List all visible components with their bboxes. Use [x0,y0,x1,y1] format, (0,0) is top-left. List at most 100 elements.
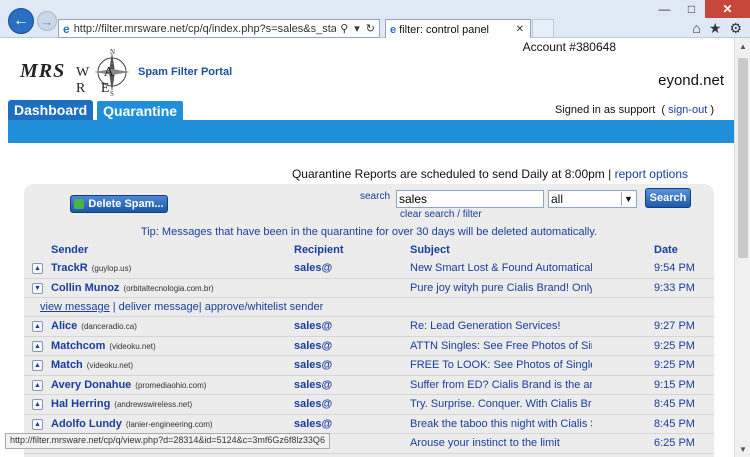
table-row[interactable]: ▲ Matchcom (videoku.net) sales@ ATTN Sing… [24,337,714,356]
subject[interactable]: Re: Lead Generation Services! [410,320,592,332]
home-icon[interactable]: ⌂ [692,20,700,37]
expand-icon[interactable]: ▲ [32,340,43,352]
subject[interactable]: Try. Surprise. Conquer. With Cialis Bran… [410,398,592,410]
tab-quarantine[interactable]: Quarantine [96,100,185,120]
recipient: sales@ [294,262,333,274]
sender[interactable]: Avery Donahue (promediaohio.com) [51,379,206,391]
collapse-icon[interactable]: ▼ [32,282,43,294]
filter-select[interactable]: all ▼ [548,190,637,208]
svg-text:N: N [110,48,115,56]
minimize-button[interactable]: — [651,0,678,18]
table-row[interactable]: ▼ Collin Munoz (orbitaltecnologia.com.br)… [24,279,714,298]
tab-dashboard[interactable]: Dashboard [8,100,94,120]
search-button[interactable]: Search [645,188,691,208]
search-input[interactable] [396,190,544,208]
ie-icon: e [63,21,70,36]
close-window-button[interactable]: ✕ [705,0,750,18]
delete-spam-button[interactable]: Delete Spam... [70,195,168,213]
expand-icon[interactable]: ▲ [32,360,43,371]
expand-icon[interactable]: ▲ [32,379,43,391]
account-number: Account #380648 [522,40,616,54]
domain-name: eyond.net [658,72,724,89]
table-row[interactable]: ▲ Match (videoku.net) sales@ FREE To LOOK… [24,356,714,376]
column-recipient[interactable]: Recipient [294,244,344,256]
table-row[interactable]: ▲ Adolfo Lundy (lanier-engineering.com) s… [24,415,714,434]
date: 8:45 PM [654,417,695,430]
main-tabs: Dashboard Quarantine [8,100,185,120]
date: 9:54 PM [654,262,695,274]
recipient: sales@ [294,339,333,352]
forward-arrow-icon[interactable]: → [37,11,57,31]
favorites-star-icon[interactable]: ★ [709,20,722,37]
column-date[interactable]: Date [654,244,678,256]
refresh-icon[interactable]: ↻ [366,22,375,35]
delete-spam-label: Delete Spam... [88,198,164,210]
date: 9:27 PM [654,320,695,332]
subject[interactable]: ATTN Singles: See Free Photos of Singles… [410,340,592,352]
logo-ware: W A R E [76,65,120,96]
deliver-message-link[interactable]: | deliver message [110,301,199,313]
address-bar[interactable]: e http://filter.mrsware.net/cp/q/index.p… [58,19,380,38]
vertical-scrollbar[interactable]: ▲ ▼ [734,38,750,457]
column-subject[interactable]: Subject [410,244,450,256]
scroll-down-icon[interactable]: ▼ [735,441,750,457]
recipient: sales@ [294,359,333,371]
view-message-link[interactable]: view message [40,301,110,313]
dropdown-icon[interactable]: ▾ [354,22,360,35]
new-tab-button[interactable] [532,19,554,38]
subject[interactable]: Suffer from ED? Cialis Brand is the answ… [410,379,592,391]
url-text[interactable]: http://filter.mrsware.net/cp/q/index.php… [74,23,337,35]
browser-chrome: ← → e http://filter.mrsware.net/cp/q/ind… [0,0,750,39]
sender[interactable]: Collin Munoz (orbitaltecnologia.com.br) [51,282,214,294]
column-sender[interactable]: Sender [51,244,88,256]
approve-sender-link[interactable]: | approve/whitelist sender [199,301,324,313]
back-arrow-icon[interactable]: ← [8,8,34,34]
table-row[interactable]: ▲ Alice (danceradio.ca) sales@ Re: Lead G… [24,317,714,337]
date: 8:45 PM [654,398,695,410]
sender[interactable]: Hal Herring (andrewswireless.net) [51,398,192,410]
table-row[interactable]: ▲ Hal Herring (andrewswireless.net) sales… [24,395,714,415]
subject[interactable]: Pure joy wityh pure Cialis Brand! Only a… [410,282,592,294]
report-options-link[interactable]: report options [615,167,688,181]
quarantine-panel: Delete Spam... search all ▼ Search clear… [24,184,714,457]
page-content: Account #380648 N S MRS W A R E Spam Fil… [0,38,734,457]
expand-icon[interactable]: ▲ [32,418,43,430]
maximize-button[interactable]: □ [678,0,705,18]
scroll-up-icon[interactable]: ▲ [735,38,750,54]
close-tab-icon[interactable]: ✕ [516,24,524,35]
settings-gear-icon[interactable]: ⚙ [729,20,742,37]
search-icon[interactable]: ⚲ [340,22,348,35]
tip-text: Tip: Messages that have been in the quar… [140,226,598,238]
date: 6:25 PM [654,437,695,449]
ie-icon: e [390,23,397,36]
table-row[interactable]: ▲ Avery Donahue (promediaohio.com) sales@… [24,376,714,395]
message-list: ▲ TrackR (guylop.us) sales@ New Smart Los… [24,259,714,454]
sender[interactable]: Matchcom (videoku.net) [51,340,156,352]
search-label: search [360,191,391,202]
row-actions: view message | deliver message| approve/… [24,298,714,317]
subject[interactable]: Break the taboo this night with Cialis S… [410,418,592,430]
date: 9:33 PM [654,281,695,294]
table-row[interactable]: ▲ TrackR (guylop.us) sales@ New Smart Los… [24,259,714,279]
subject[interactable]: Arouse your instinct to the limit [410,437,592,449]
recipient: sales@ [294,320,333,332]
sender[interactable]: TrackR (guylop.us) [51,262,131,274]
chevron-down-icon[interactable]: ▼ [621,192,635,206]
recipient: sales@ [294,417,333,430]
status-bar: http://filter.mrsware.net/cp/q/view.php?… [5,433,330,449]
portal-title: Spam Filter Portal [138,66,233,78]
scroll-thumb[interactable] [738,58,748,258]
sender[interactable]: Alice (danceradio.ca) [51,320,137,332]
sender[interactable]: Match (videoku.net) [51,359,133,371]
browser-tab[interactable]: e filter: control panel ✕ [385,19,531,39]
expand-icon[interactable]: ▲ [32,399,43,410]
sender[interactable]: Adolfo Lundy (lanier-engineering.com) [51,418,213,430]
expand-icon[interactable]: ▲ [32,263,43,274]
date: 9:15 PM [654,378,695,391]
clear-search-link[interactable]: clear search / filter [400,209,482,220]
expand-icon[interactable]: ▲ [32,321,43,332]
subject[interactable]: FREE To LOOK: See Photos of Singles In Y [410,359,592,371]
subject[interactable]: New Smart Lost & Found Automatically Fin… [410,262,592,274]
signed-in-status: Signed in as support ( sign-out ) [554,104,714,116]
signout-link[interactable]: sign-out [668,104,707,116]
